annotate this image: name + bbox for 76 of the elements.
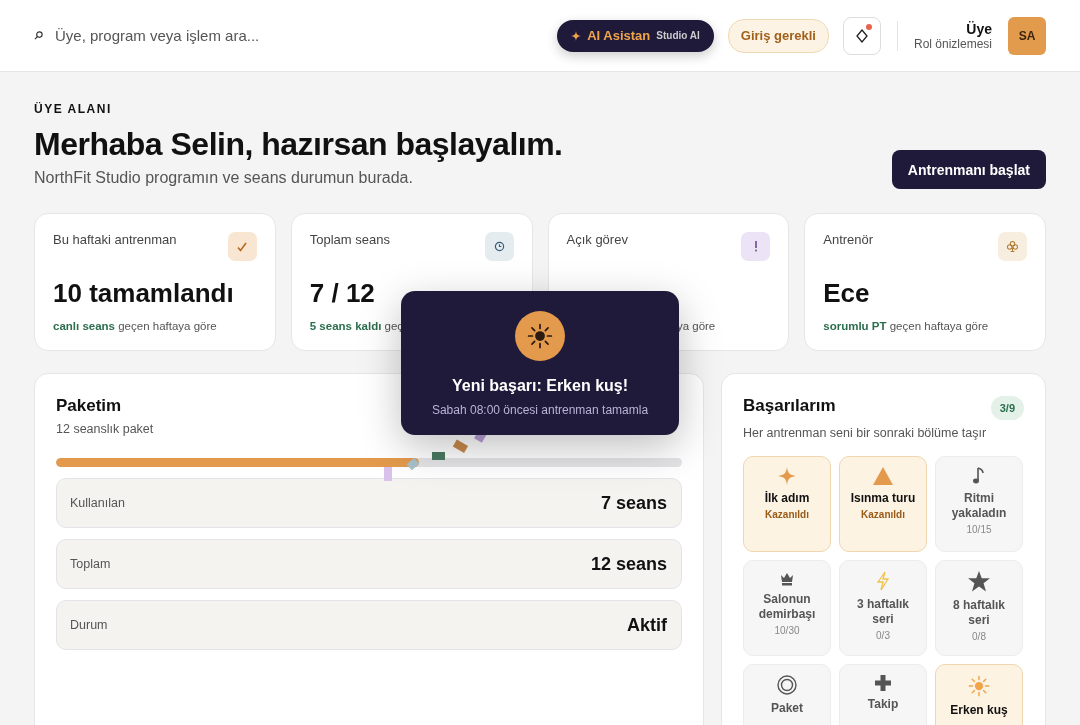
ai-assistant-button[interactable]: AI Asistan Studio AI — [557, 19, 714, 52]
achievement-status: Kazanıldı — [765, 509, 809, 520]
page-title: Merhaba Selin, hazırsan başlayalım. — [34, 126, 563, 163]
panel-subtitle: Her antrenman seni bir sonraki bölüme taşır — [743, 426, 988, 440]
achievement-name: Ritmi yakaladın — [950, 491, 1008, 521]
login-required-badge: Giriş gerekli — [727, 18, 829, 53]
achievement-name: Paket — [771, 701, 803, 716]
club-icon — [1006, 240, 1019, 253]
panel-title: Başarılarım — [743, 396, 836, 416]
diamond-icon — [855, 28, 868, 43]
achievement-tile[interactable]: Takip — [839, 664, 927, 725]
count-badge: 3/9 — [990, 396, 1024, 420]
stat-value: Ece — [823, 278, 871, 310]
ai-tag: Studio AI — [656, 30, 700, 41]
stat-value: 10 tamamlandı — [53, 278, 235, 310]
achievement-name: Salonun demirbaşı — [757, 592, 817, 622]
row-label: Toplam — [70, 557, 111, 571]
sparkle-icon — [571, 30, 582, 41]
achievement-status: Kazanıldı — [861, 509, 905, 520]
achievement-name: 8 haftalık seri — [952, 598, 1006, 628]
stat-label: Antrenör — [823, 232, 874, 247]
achievement-tile[interactable]: 3 haftalık seri 0/3 — [839, 560, 927, 656]
achievement-tile[interactable]: Isınma turu Kazanıldı — [839, 456, 927, 552]
lightning-icon — [876, 571, 890, 591]
exclamation-icon — [753, 241, 758, 252]
achievement-name: 3 haftalık seri — [856, 597, 910, 627]
achievement-tile[interactable]: Paket — [743, 664, 831, 725]
check-icon — [236, 240, 249, 253]
user-role: Rol önizlemesi — [913, 36, 992, 51]
user-name: Üye — [966, 20, 992, 37]
achievement-tile[interactable]: Salonun demirbaşı 10/30 — [743, 560, 831, 656]
row-value: 12 seans — [590, 553, 667, 575]
plus-icon — [875, 675, 891, 691]
achievement-tile[interactable]: Ritmi yakaladın 10/15 — [935, 456, 1023, 552]
panel-title: Paketim — [56, 396, 122, 416]
achievement-name: Takip — [867, 697, 899, 712]
stat-value: 7 / 12 — [309, 278, 376, 310]
stat-label: Bu haftaki antrenman — [53, 232, 177, 247]
achievement-tile[interactable]: 8 haftalık seri 0/8 — [935, 560, 1023, 656]
achievement-status: 0/3 — [876, 630, 890, 641]
crown-icon — [780, 571, 794, 586]
achievement-status: 10/15 — [966, 524, 992, 535]
sun-icon — [968, 675, 990, 697]
achievement-status: 0/8 — [972, 631, 986, 642]
section-label: ÜYE ALANI — [34, 102, 113, 116]
achievement-status: 10/30 — [774, 625, 800, 636]
row-label: Kullanılan — [70, 496, 125, 510]
achievement-name: Erken kuş — [950, 703, 1008, 718]
page-subtitle: NorthFit Studio programın ve seans durumun burada. — [34, 169, 414, 187]
row-value: Aktif — [627, 614, 667, 636]
sparkle-icon — [778, 467, 796, 485]
clock-icon — [493, 241, 505, 252]
star-icon — [968, 571, 990, 592]
start-workout-button[interactable]: Antrenmanı başlat — [891, 150, 1046, 189]
panel-subtitle: 12 seanslık paket — [56, 422, 155, 436]
achievement-tile[interactable]: Erken kuş — [935, 664, 1023, 725]
row-value: 7 seans — [600, 492, 667, 514]
toast-message: Sabah 08:00 öncesi antrenman tamamla — [431, 403, 649, 417]
avatar[interactable]: SA — [1008, 16, 1046, 55]
achievement-tile[interactable]: İlk adım Kazanıldı — [743, 456, 831, 552]
stat-note: sorumlu PT geçen haftaya göre — [823, 320, 990, 332]
achievement-name: Isınma turu — [850, 491, 916, 506]
music-note-icon — [972, 467, 986, 485]
stat-note: canlı seans geçen haftaya göre — [53, 320, 218, 332]
toast-title: Yeni başarı: Erken kuş! — [451, 377, 629, 395]
sun-icon — [527, 323, 553, 349]
notification-button[interactable] — [842, 16, 881, 55]
triangle-icon — [873, 467, 893, 485]
ring-icon — [777, 675, 797, 695]
row-label: Durum — [70, 618, 108, 632]
search-field[interactable]: Üye, program veya işlem ara... — [34, 26, 546, 45]
stat-note: 5 seans kaldı geç — [309, 320, 405, 332]
stat-label: Açık görev — [566, 232, 628, 247]
search-icon — [34, 31, 43, 40]
achievement-name: İlk adım — [764, 491, 810, 506]
stat-label: Toplam seans — [309, 232, 390, 247]
